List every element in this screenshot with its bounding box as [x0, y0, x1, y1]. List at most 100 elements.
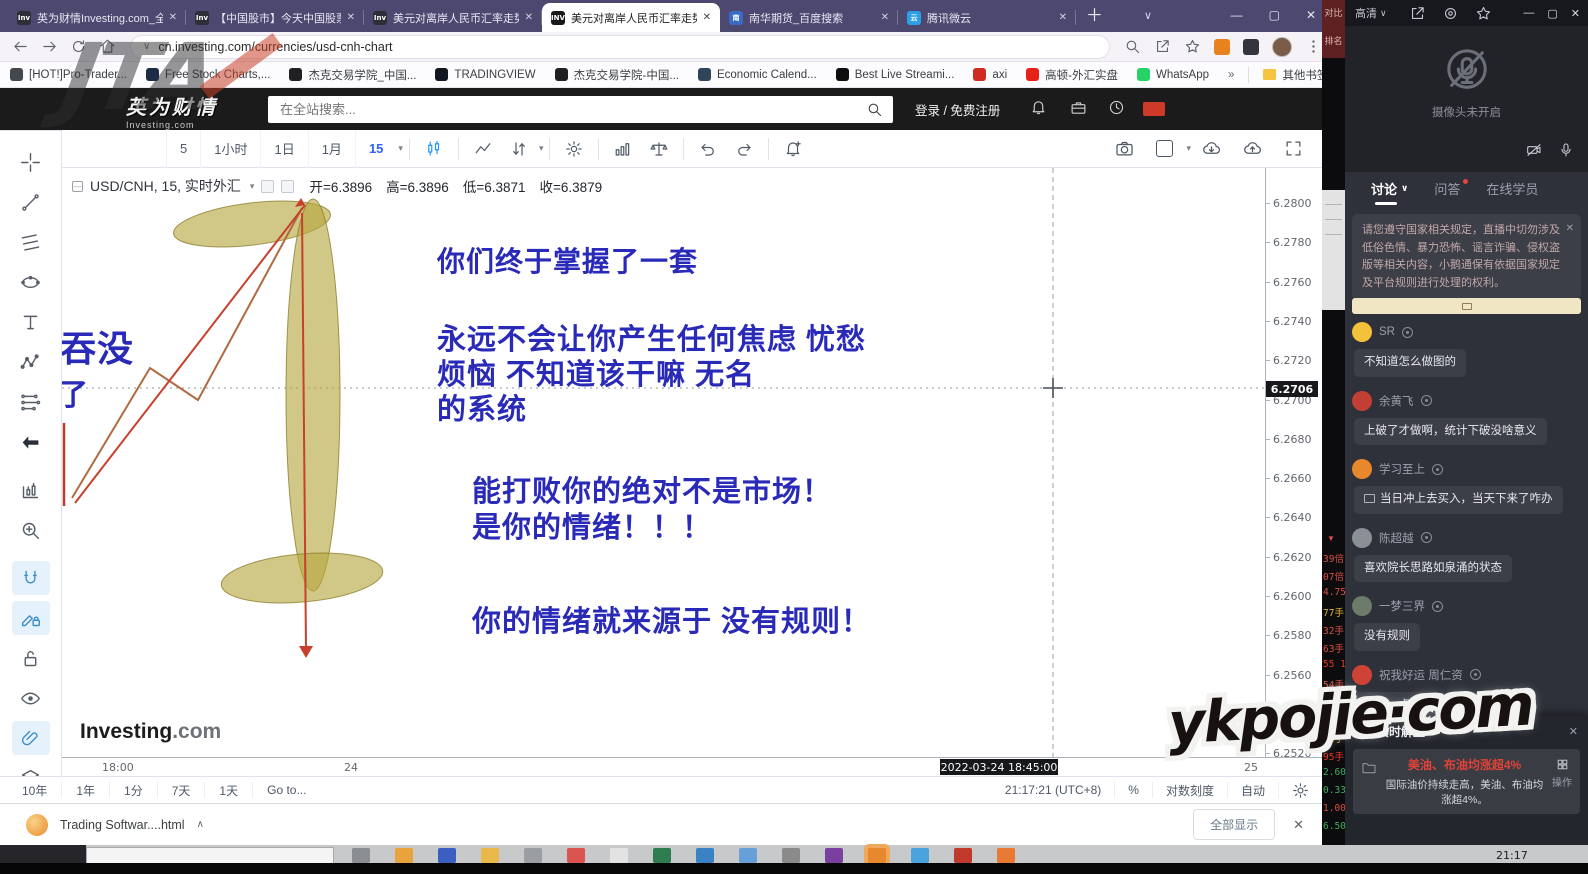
investing-logo[interactable]: 英为财情 Investing.com [126, 91, 266, 130]
footer-settings-icon[interactable] [1278, 782, 1322, 798]
stream-pin-icon[interactable] [1475, 5, 1492, 22]
chart-plot-area[interactable]: — USD/CNH, 15, 实时外汇 ▾ 开=6.3896高=6.3896低=… [62, 168, 1265, 757]
download-bar-close-icon[interactable]: ✕ [1293, 817, 1304, 833]
browser-tab[interactable]: INV美元对离岸人民币汇率走势...✕ [542, 3, 720, 32]
flag-icon[interactable] [1143, 102, 1165, 116]
range-button[interactable]: 1天 [205, 782, 253, 798]
stream-share-icon[interactable] [1409, 5, 1426, 22]
stream-maximize-button[interactable]: ▢ [1547, 7, 1557, 20]
timeframe-caret-icon[interactable]: ▾ [398, 143, 403, 154]
zoom-in-tool[interactable] [12, 513, 50, 547]
percent-scale-button[interactable]: % [1114, 782, 1152, 798]
news-card[interactable]: 美油、布油均涨超4% 国际油价持续走高，美油、布油均涨超4%。 操作 [1353, 749, 1580, 814]
tab-search-chevron-icon[interactable]: ∨ [1144, 9, 1152, 22]
bookmark-item[interactable]: Best Live Streami... [836, 68, 955, 81]
recent-clock-icon[interactable] [1108, 99, 1125, 116]
login-link[interactable]: 登录 / 免费注册 [915, 100, 1000, 119]
close-button[interactable]: ✕ [1306, 8, 1316, 22]
reload-icon[interactable] [70, 38, 87, 55]
text-tool[interactable] [12, 305, 50, 339]
link-tool[interactable] [12, 721, 50, 755]
taskbar-app-icon[interactable] [954, 848, 972, 863]
minimize-button[interactable]: — [1231, 8, 1243, 22]
timeframe-button[interactable]: 5 [166, 130, 200, 168]
site-search-input[interactable] [268, 102, 866, 117]
tab-close-icon[interactable]: ✕ [525, 12, 533, 23]
tab-close-icon[interactable]: ✕ [169, 12, 177, 23]
tab-close-icon[interactable]: ✕ [703, 12, 711, 23]
taskbar-app-icon[interactable] [438, 848, 456, 863]
shapes-tool[interactable] [12, 265, 50, 299]
popup-close-icon[interactable]: ✕ [1569, 725, 1578, 738]
chart-legend[interactable]: — USD/CNH, 15, 实时外汇 ▾ 开=6.3896高=6.3896低=… [72, 176, 602, 196]
magnet-tool[interactable] [12, 561, 50, 595]
bookmark-item[interactable]: axi [973, 68, 1007, 81]
legend-mini-icon[interactable] [261, 180, 274, 193]
mic-toggle-icon[interactable] [1558, 142, 1574, 158]
indicators-icon[interactable] [605, 140, 641, 158]
profile-avatar[interactable] [1272, 37, 1292, 57]
price-axis[interactable]: 6.28006.27806.27606.27406.27206.27006.26… [1265, 168, 1322, 757]
forecast-tool[interactable] [12, 385, 50, 419]
notifications-bell-icon[interactable] [1030, 99, 1047, 116]
camera-toggle-icon[interactable] [1526, 142, 1542, 158]
stream-close-button[interactable]: ✕ [1571, 7, 1580, 20]
fullscreen-icon[interactable] [1273, 139, 1314, 158]
browser-menu-icon[interactable] [1305, 38, 1322, 55]
gear-icon[interactable] [556, 140, 592, 158]
bookmark-item[interactable]: Economic Calend... [698, 68, 817, 81]
taskbar-app-icon[interactable] [997, 848, 1015, 863]
collapse-legend-icon[interactable]: — [72, 181, 83, 192]
download-caret-icon[interactable]: ∧ [197, 819, 204, 830]
browser-tab[interactable]: Inv英为财情Investing.com_全...✕ [8, 3, 186, 32]
range-button[interactable]: 10年 [8, 782, 62, 798]
taskbar-app-icon[interactable] [868, 848, 886, 863]
stream-tab-在线学员[interactable]: 在线学员 [1486, 179, 1538, 198]
extension-icon[interactable] [1243, 39, 1259, 55]
range-button[interactable]: 7天 [158, 782, 206, 798]
zoom-search-icon[interactable] [1124, 38, 1141, 55]
taskbar-app-icon[interactable] [567, 848, 585, 863]
pattern-tool[interactable] [12, 345, 50, 379]
line-style-icon[interactable] [465, 140, 501, 158]
range-button[interactable]: 1分 [110, 782, 158, 798]
bookmark-item[interactable]: TRADINGVIEW [435, 68, 535, 81]
downloaded-filename[interactable]: Trading Softwar....html [60, 818, 185, 832]
log-scale-button[interactable]: 对数刻度 [1152, 782, 1227, 798]
address-bar[interactable]: ∨ cn.investing.com/currencies/usd-cnh-ch… [130, 35, 1110, 59]
range-button[interactable]: 1年 [62, 782, 110, 798]
browser-tab[interactable]: Inv【中国股市】今天中国股票...✕ [186, 3, 364, 32]
taskbar-app-icon[interactable] [653, 848, 671, 863]
tab-close-icon[interactable]: ✕ [1059, 12, 1067, 23]
home-icon[interactable] [99, 38, 116, 55]
back-arrow-tool[interactable] [12, 425, 50, 459]
bookmark-item[interactable]: [HOT!]Pro-Trader... [10, 68, 127, 81]
candles-icon[interactable] [416, 140, 452, 158]
stream-minimize-button[interactable]: — [1523, 7, 1534, 19]
clock-label[interactable]: 21:17:21 (UTC+8) [992, 782, 1114, 798]
alert-add-icon[interactable] [775, 140, 811, 158]
timeframe-button[interactable]: 1日 [260, 130, 307, 168]
taskbar-app-icon[interactable] [395, 848, 413, 863]
taskbar-app-icon[interactable] [825, 848, 843, 863]
new-tab-button[interactable]: ＋ [1086, 1, 1103, 26]
time-axis[interactable]: 18:002425 2022-03-24 18:45:00 [62, 757, 1322, 776]
eye-tool[interactable] [12, 681, 50, 715]
taskbar-app-icon[interactable] [739, 848, 757, 863]
stream-record-icon[interactable] [1442, 5, 1459, 22]
redo-icon[interactable] [726, 140, 762, 158]
layout-icon[interactable] [1145, 140, 1184, 157]
goto-button[interactable]: Go to... [253, 782, 320, 798]
timeframe-button[interactable]: 1小时 [200, 130, 260, 168]
scales-icon[interactable] [641, 140, 677, 158]
bookmark-star-icon[interactable] [1184, 38, 1201, 55]
back-icon[interactable] [12, 38, 29, 55]
announcement-bar[interactable] [1352, 298, 1581, 314]
bookmark-item[interactable]: 杰克交易学院_中国... [289, 67, 416, 83]
tab-close-icon[interactable]: ✕ [347, 12, 355, 23]
taskbar-app-icon[interactable] [524, 848, 542, 863]
show-all-downloads-button[interactable]: 全部显示 [1193, 809, 1275, 840]
bookmark-item[interactable]: Free Stock Charts,... [146, 68, 270, 81]
share-icon[interactable] [1154, 38, 1171, 55]
taskbar-app-icon[interactable] [481, 848, 499, 863]
